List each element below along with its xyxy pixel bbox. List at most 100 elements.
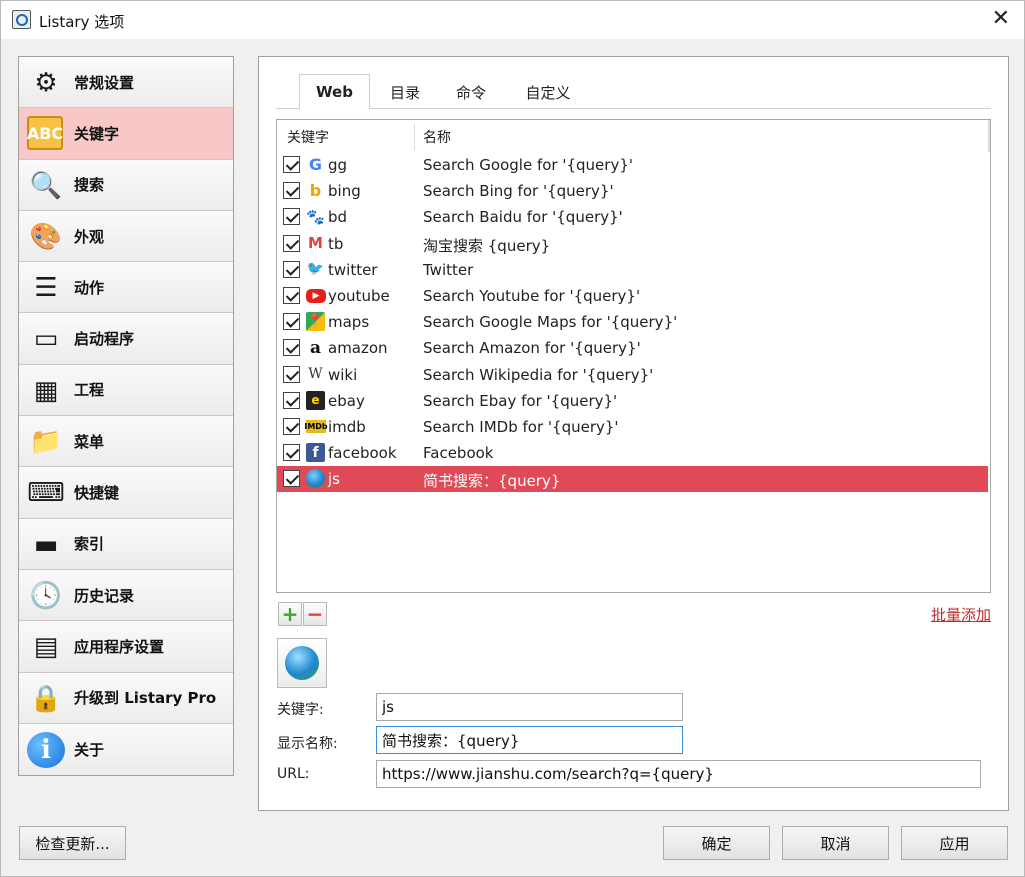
row-name: Twitter (423, 260, 474, 279)
ok-button[interactable]: 确定 (663, 826, 770, 860)
enabled-checkbox[interactable] (283, 444, 300, 462)
sidebar-item-5[interactable]: ☰ 动作 (19, 262, 233, 314)
title-bar: Listary 选项 ✕ (1, 1, 1024, 39)
keyword-input[interactable] (376, 693, 683, 721)
enabled-checkbox[interactable] (283, 365, 300, 383)
tab-directory[interactable]: 目录 (376, 76, 434, 109)
list-item[interactable]: js 简书搜索：{query} (277, 466, 988, 493)
sidebar-item-3[interactable]: 🔍 搜索 (19, 159, 233, 211)
row-keyword: wiki (328, 365, 358, 384)
enabled-checkbox[interactable] (283, 286, 300, 304)
cancel-button[interactable]: 取消 (782, 826, 889, 860)
keyword-icon-picker[interactable] (277, 638, 327, 688)
close-icon[interactable]: ✕ (992, 7, 1010, 31)
sidebar-item-10[interactable]: ▬ 索引 (19, 518, 233, 570)
enabled-checkbox[interactable] (283, 417, 300, 435)
display-name-input[interactable] (376, 726, 683, 754)
folder-heart-icon: 📁 (29, 427, 63, 458)
keyboard-icon: ⌨ (27, 478, 65, 509)
app-settings-icon: ▤ (33, 632, 59, 663)
column-header-keyword[interactable]: 关键字 (287, 127, 329, 147)
imdb-icon: IMDb (304, 419, 328, 433)
list-item[interactable]: f facebook Facebook (277, 440, 990, 466)
row-name: Facebook (423, 444, 494, 463)
batch-add-link[interactable]: 批量添加 (931, 604, 991, 625)
list-item[interactable]: Ggg Search Google for '{query}' (277, 152, 990, 178)
enabled-checkbox[interactable] (283, 156, 300, 173)
row-keyword: twitter (328, 260, 378, 279)
list-item[interactable]: Mtb 淘宝搜索 {query} (277, 231, 990, 257)
sidebar-item-9[interactable]: ⌨ 快捷键 (19, 467, 233, 519)
window-title: Listary 选项 (39, 13, 125, 31)
sidebar-item-13[interactable]: 🔒 升级到 Listary Pro (19, 672, 233, 724)
drive-icon: ▬ (33, 529, 59, 560)
enabled-checkbox[interactable] (283, 182, 300, 200)
keywords-panel: Web 目录 命令 自定义 关键字 名称 Ggg Search Google fo… (258, 56, 1009, 811)
enabled-checkbox[interactable] (283, 470, 300, 488)
url-label: URL: (277, 766, 310, 782)
list-item[interactable]: 🐦 twitter Twitter (277, 257, 990, 283)
enabled-checkbox[interactable] (283, 339, 300, 357)
row-name: Search Amazon for '{query}' (423, 339, 641, 358)
row-name: Search Bing for '{query}' (423, 182, 614, 201)
sidebar-item-label: 关于 (74, 741, 105, 759)
sidebar-item-4[interactable]: 🎨 外观 (19, 210, 233, 263)
row-keyword: youtube (328, 286, 390, 305)
list-item[interactable]: Wwiki Search Wikipedia for '{query}' (277, 362, 990, 388)
lock-pencil-icon: 🔒 (29, 683, 63, 714)
row-name: 简书搜索：{query} (423, 472, 561, 491)
list-item[interactable]: e ebay Search Ebay for '{query}' (277, 388, 990, 414)
google-maps-icon: 📍 (306, 312, 325, 332)
check-update-button[interactable]: 检查更新... (19, 826, 126, 860)
list-item[interactable]: 📍 maps Search Google Maps for '{query}' (277, 309, 990, 335)
tab-commands[interactable]: 命令 (442, 76, 500, 109)
sidebar-item-label: 历史记录 (74, 586, 135, 605)
magnifier-icon: 🔍 (29, 170, 63, 201)
enabled-checkbox[interactable] (283, 313, 300, 331)
row-name: Search Google Maps for '{query}' (423, 313, 678, 332)
list-item[interactable]: IMDb imdb Search IMDb for '{query}' (277, 414, 990, 440)
list-item[interactable]: ▶ youtube Search Youtube for '{query}' (277, 283, 990, 309)
column-header-name[interactable]: 名称 (423, 127, 451, 147)
row-keyword: bing (328, 182, 361, 201)
sidebar-item-1[interactable]: ⚙ 常规设置 (19, 57, 233, 109)
list-item[interactable]: 🐾 bd Search Baidu for '{query}' (277, 204, 990, 230)
enabled-checkbox[interactable] (283, 208, 300, 226)
row-name: Search Youtube for '{query}' (423, 286, 641, 305)
remove-keyword-button[interactable]: − (303, 602, 327, 626)
enabled-checkbox[interactable] (283, 260, 300, 278)
list-item[interactable]: b bing Search Bing for '{query}' (277, 178, 990, 204)
add-keyword-button[interactable]: + (278, 602, 302, 626)
sidebar-item-7[interactable]: ▦ 工程 (19, 364, 233, 417)
list-item[interactable]: a amazon Search Amazon for '{query}' (277, 335, 990, 361)
sidebar-item-12[interactable]: ▤ 应用程序设置 (19, 621, 233, 673)
row-name: 淘宝搜索 {query} (423, 236, 551, 255)
sidebar-item-8[interactable]: 📁 菜单 (19, 416, 233, 468)
row-name: Search Wikipedia for '{query}' (423, 365, 654, 384)
sidebar-item-label: 搜索 (74, 176, 105, 195)
row-name: Search Google for '{query}' (423, 156, 633, 174)
keyword-label: 关键字: (277, 702, 324, 718)
row-keyword: amazon (328, 339, 388, 358)
apply-button[interactable]: 应用 (901, 826, 1008, 860)
sidebar-item-11[interactable]: 🕓 历史记录 (19, 569, 233, 622)
sidebar-item-2[interactable]: ABC 关键字 (19, 108, 233, 160)
tab-web[interactable]: Web (299, 74, 370, 110)
google-icon: G (308, 155, 323, 174)
row-keyword: bd (328, 208, 348, 227)
enabled-checkbox[interactable] (283, 391, 300, 409)
taobao-icon: M (308, 234, 323, 253)
ebay-bag-icon: e (306, 390, 325, 410)
cubes-icon: ▦ (33, 375, 59, 406)
list-rows: Ggg Search Google for '{query}' b bing Searc… (277, 152, 990, 493)
url-input[interactable] (376, 760, 981, 788)
sidebar-item-label: 动作 (74, 278, 105, 297)
sidebar-item-14[interactable]: i 关于 (19, 723, 233, 776)
sidebar-item-6[interactable]: ▭ 启动程序 (19, 313, 233, 365)
tab-custom[interactable]: 自定义 (514, 76, 582, 109)
globe-link-icon (306, 469, 325, 489)
globe-link-icon (285, 646, 319, 680)
list-header: 关键字 名称 (277, 120, 990, 152)
column-divider[interactable] (414, 124, 415, 150)
enabled-checkbox[interactable] (283, 234, 300, 252)
